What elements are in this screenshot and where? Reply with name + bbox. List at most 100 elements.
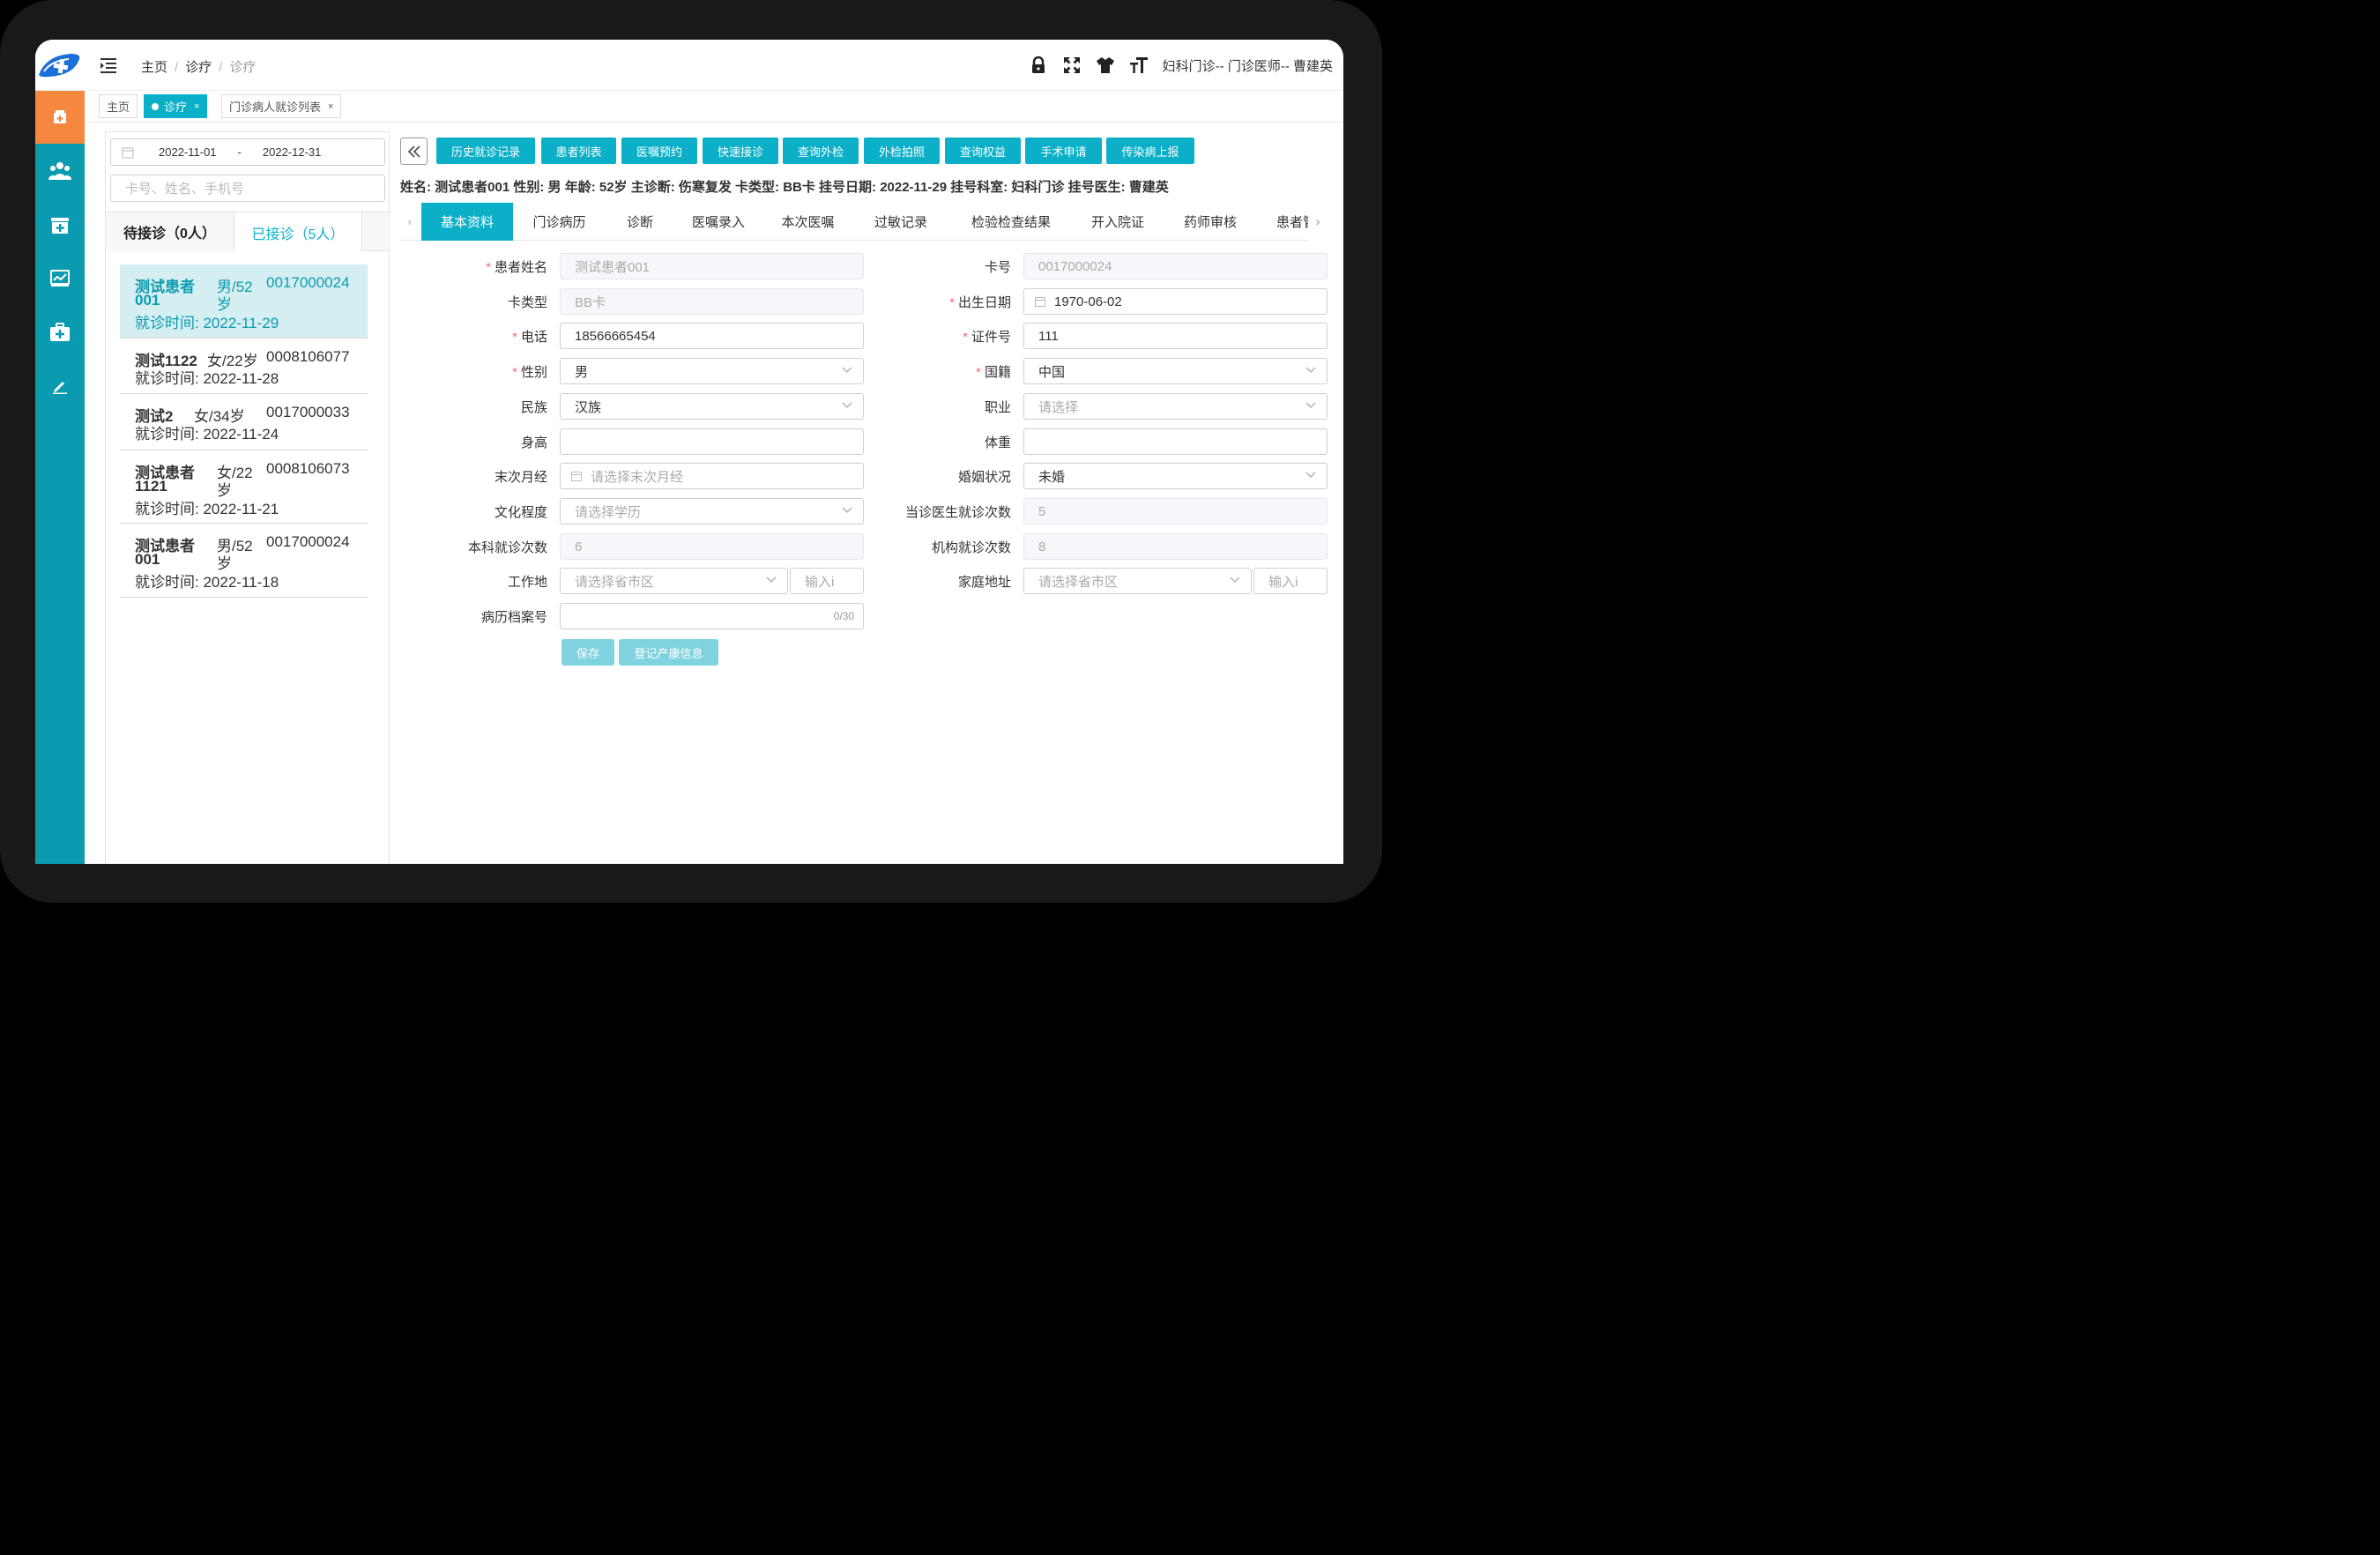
breadcrumb-section[interactable]: 诊疗 xyxy=(185,60,212,75)
close-icon[interactable]: × xyxy=(328,101,333,112)
tab-medical-record[interactable]: 门诊病历 xyxy=(513,203,606,241)
patient-name-field[interactable]: 测试患者001 xyxy=(560,253,864,279)
tab-basic-info[interactable]: 基本资料 xyxy=(421,203,513,241)
patient-item[interactable]: 测试患者 001 男/52 岁 0017000024 就诊时间: 2022-11… xyxy=(120,524,368,598)
users-icon xyxy=(48,162,71,180)
tab-patient-mgmt[interactable]: 患者管 xyxy=(1259,203,1308,241)
tab-allergy[interactable]: 过敏记录 xyxy=(853,203,948,241)
surgery-request-button[interactable]: 手术申请 xyxy=(1025,138,1102,164)
sex-value: 男 xyxy=(575,364,589,380)
job-placeholder: 请选择 xyxy=(1038,399,1079,415)
visit-time-value: 2022-11-28 xyxy=(203,370,279,387)
sidebar-item-clinic[interactable] xyxy=(35,91,85,144)
calendar-icon xyxy=(571,472,582,481)
order-appointment-button[interactable]: 医嘱预约 xyxy=(621,138,697,164)
record-no-field[interactable]: 0/30 xyxy=(560,603,864,629)
nationality-select[interactable]: 中国 xyxy=(1023,358,1328,384)
patient-list: 测试患者 001 男/52 岁 0017000024 就诊时间: 2022-11… xyxy=(120,264,368,598)
infectious-report-button[interactable]: 传染病上报 xyxy=(1106,138,1194,164)
patient-item[interactable]: 测试患者 001 男/52 岁 0017000024 就诊时间: 2022-11… xyxy=(120,264,368,339)
patient-list-button[interactable]: 患者列表 xyxy=(541,138,616,164)
patient-search-input[interactable]: 卡号、姓名、手机号 xyxy=(110,175,385,202)
theme-shirt-icon[interactable] xyxy=(1096,56,1115,75)
record-counter: 0/30 xyxy=(833,610,854,622)
education-select[interactable]: 请选择学历 xyxy=(560,498,864,525)
patient-item[interactable]: 测试2 女/34岁 0017000033 就诊时间: 2022-11-24 xyxy=(120,394,368,450)
home-detail-input[interactable]: 输入i xyxy=(1253,568,1328,594)
sidebar-item-edit[interactable] xyxy=(35,360,85,413)
home-region-select[interactable]: 请选择省市区 xyxy=(1023,568,1252,594)
query-benefits-button[interactable]: 查询权益 xyxy=(945,138,1021,164)
tab-diagnosis[interactable]: 诊断 xyxy=(606,203,674,241)
workplace-detail-input[interactable]: 输入i xyxy=(790,568,864,594)
date-range-picker[interactable]: 2022-11-01 - 2022-12-31 xyxy=(110,138,385,166)
quick-admit-button[interactable]: 快速接诊 xyxy=(703,138,778,164)
register-maternal-button[interactable]: 登记产康信息 xyxy=(619,639,718,666)
tab-patient-list-label: 门诊病人就诊列表 xyxy=(229,100,322,114)
label-marital: 婚姻状况 xyxy=(957,470,1011,485)
breadcrumb-home[interactable]: 主页 xyxy=(141,60,167,75)
job-select[interactable]: 请选择 xyxy=(1023,393,1328,420)
ethnic-select[interactable]: 汉族 xyxy=(560,393,864,420)
tab-admission-cert[interactable]: 开入院证 xyxy=(1074,203,1162,241)
close-icon[interactable]: × xyxy=(194,101,199,112)
tab-done[interactable]: 已接诊（5人） xyxy=(234,212,362,252)
dept-visits-field[interactable]: 6 xyxy=(560,533,864,560)
birth-date-picker[interactable]: 1970-06-02 xyxy=(1023,288,1328,315)
marital-select[interactable]: 未婚 xyxy=(1023,463,1328,489)
visit-time-value: 2022-11-24 xyxy=(203,426,279,443)
query-external-exam-button[interactable]: 查询外检 xyxy=(783,138,859,164)
label-doctor-visits: 当诊医生就诊次数 xyxy=(904,505,1011,520)
tab-waiting[interactable]: 待接诊（0人） xyxy=(106,212,234,251)
visit-time-value: 2022-11-18 xyxy=(203,574,279,591)
sidebar-item-registration[interactable] xyxy=(35,198,85,251)
tab-clinic-label: 诊疗 xyxy=(164,100,188,114)
menu-toggle-icon[interactable] xyxy=(99,56,118,75)
collapse-panel-button[interactable] xyxy=(400,138,428,165)
fullscreen-icon[interactable] xyxy=(1062,56,1082,75)
patient-item[interactable]: 测试患者 1121 女/22 岁 0008106073 就诊时间: 2022-1… xyxy=(120,450,368,524)
visit-time-label: 就诊时间: xyxy=(135,370,199,387)
label-weight: 体重 xyxy=(984,435,1011,450)
label-dept-visits: 本科就诊次数 xyxy=(467,540,547,555)
medical-kit-icon xyxy=(50,323,70,341)
height-field[interactable] xyxy=(560,428,864,455)
org-visits-field[interactable]: 8 xyxy=(1023,533,1328,560)
tabs-scroll-right-icon[interactable]: › xyxy=(1308,203,1328,241)
external-exam-photo-button[interactable]: 外检拍照 xyxy=(864,138,940,164)
visit-time-label: 就诊时间: xyxy=(135,426,199,443)
lmp-date-picker[interactable]: 请选择末次月经 xyxy=(560,463,864,489)
card-type-field[interactable]: BB卡 xyxy=(560,288,864,315)
id-no-field[interactable]: 111 xyxy=(1023,323,1328,349)
patient-card: 0017000033 xyxy=(266,404,350,420)
tab-lab-results[interactable]: 检验检查结果 xyxy=(948,203,1074,241)
font-size-icon[interactable] xyxy=(1129,56,1149,75)
patient-card: 0008106077 xyxy=(266,348,350,365)
history-visits-button[interactable]: 历史就诊记录 xyxy=(436,138,535,164)
visit-time-value: 2022-11-29 xyxy=(203,315,279,331)
user-info[interactable]: 妇科门诊-- 门诊医师-- 曹建英 xyxy=(1163,56,1333,75)
patient-item[interactable]: 测试1122 女/22岁 0008106077 就诊时间: 2022-11-28 xyxy=(120,339,368,394)
weight-field[interactable] xyxy=(1023,428,1328,455)
tab-clinic[interactable]: 诊疗 × xyxy=(144,94,208,118)
patient-card: 0008106073 xyxy=(266,460,350,477)
sidebar-item-patients[interactable] xyxy=(35,145,85,197)
sex-select[interactable]: 男 xyxy=(560,358,864,384)
workplace-placeholder: 请选择省市区 xyxy=(575,574,655,590)
doctor-visits-field[interactable]: 5 xyxy=(1023,498,1328,525)
sidebar-item-pharmacy[interactable] xyxy=(35,306,85,359)
save-button[interactable]: 保存 xyxy=(562,639,614,666)
tab-current-orders[interactable]: 本次医嘱 xyxy=(762,203,853,241)
tab-patient-list[interactable]: 门诊病人就诊列表 × xyxy=(221,94,342,118)
workplace-region-select[interactable]: 请选择省市区 xyxy=(560,568,788,594)
tab-home[interactable]: 主页 xyxy=(99,94,138,118)
detail-tabs: ‹ 基本资料 门诊病历 诊断 医嘱录入 本次医嘱 过敏记录 检验检查结果 开入院… xyxy=(400,203,1328,241)
sidebar-item-statistics[interactable] xyxy=(35,252,85,305)
tabs-scroll-left-icon[interactable]: ‹ xyxy=(400,203,420,241)
tab-pharmacist-review[interactable]: 药师审核 xyxy=(1162,203,1259,241)
phone-field[interactable]: 18566665454 xyxy=(560,323,864,349)
lock-icon[interactable] xyxy=(1029,56,1048,75)
card-no-field[interactable]: 0017000024 xyxy=(1023,253,1328,279)
tab-order-entry[interactable]: 医嘱录入 xyxy=(674,203,762,241)
label-workplace: 工作地 xyxy=(507,575,547,590)
